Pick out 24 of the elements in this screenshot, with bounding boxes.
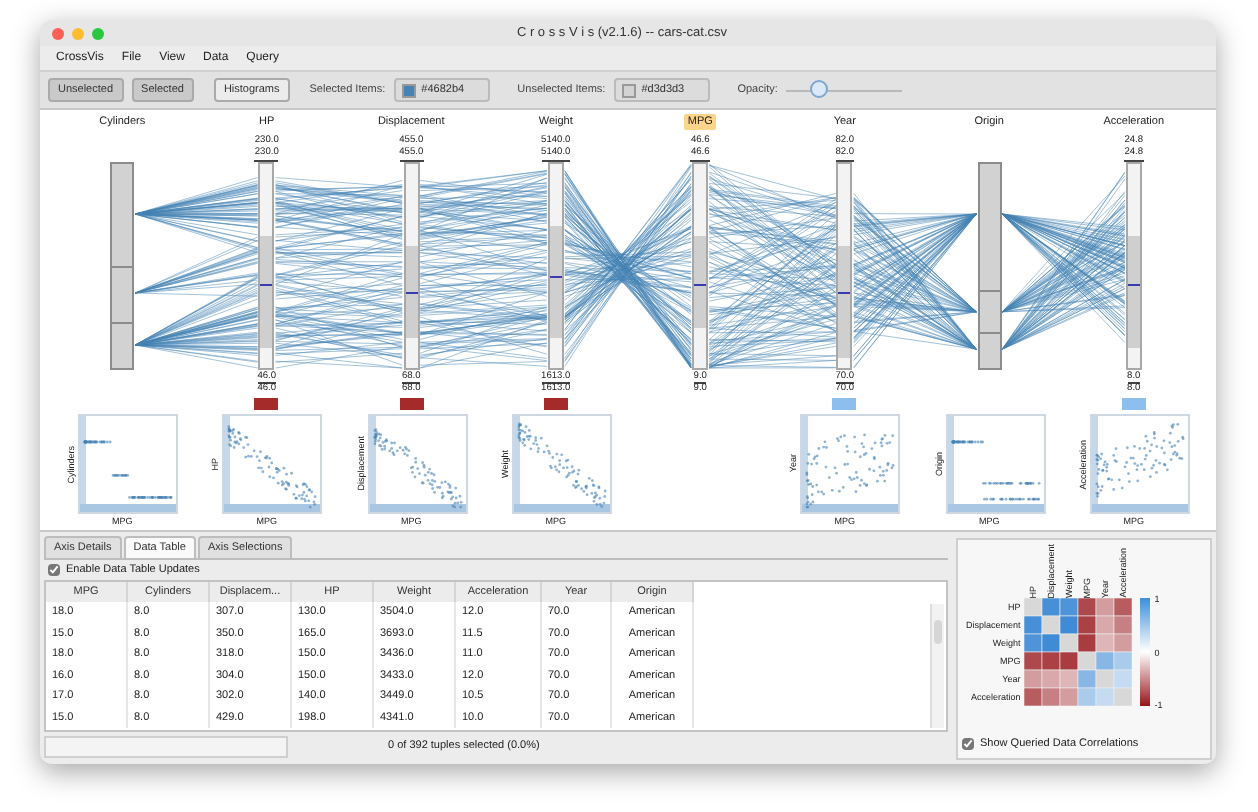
axis-bar[interactable] bbox=[1125, 162, 1142, 370]
scatterplot bbox=[78, 414, 179, 514]
scatterplot bbox=[367, 414, 468, 514]
checkbox[interactable] bbox=[962, 738, 974, 750]
axis-bar[interactable] bbox=[110, 162, 135, 370]
axis-bar[interactable] bbox=[258, 162, 275, 370]
axis-bar[interactable] bbox=[692, 162, 709, 370]
scrollbar[interactable] bbox=[930, 604, 944, 728]
colorbar bbox=[1140, 598, 1151, 706]
minimize-icon[interactable] bbox=[72, 27, 84, 39]
slider-thumb[interactable] bbox=[810, 80, 829, 98]
axis-bar[interactable] bbox=[977, 162, 1002, 370]
axis-bar[interactable] bbox=[836, 162, 853, 370]
correlation-heatmap bbox=[1024, 598, 1133, 706]
maximize-icon[interactable] bbox=[92, 27, 104, 39]
axis-bar[interactable] bbox=[547, 162, 564, 370]
checkbox[interactable] bbox=[48, 564, 60, 576]
close-icon[interactable] bbox=[52, 27, 64, 39]
scatterplot bbox=[511, 414, 612, 514]
axis-bar[interactable] bbox=[403, 162, 420, 370]
scatterplot bbox=[945, 414, 1046, 514]
scatterplot bbox=[222, 414, 323, 514]
scatterplot bbox=[1089, 414, 1190, 514]
scatterplot bbox=[800, 414, 901, 514]
